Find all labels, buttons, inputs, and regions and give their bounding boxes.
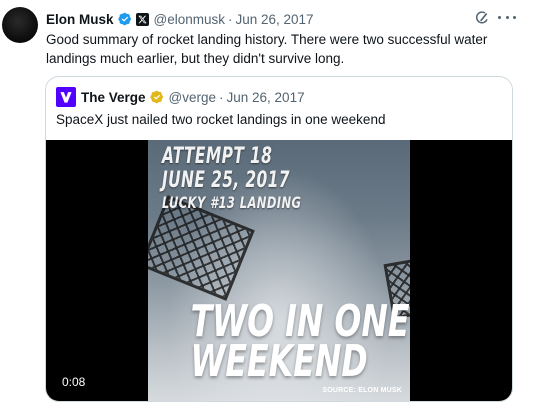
avatar[interactable] bbox=[2, 7, 38, 43]
tweet-date[interactable]: Jun 26, 2017 bbox=[236, 12, 314, 27]
verified-org-icon bbox=[149, 90, 163, 104]
more-icon[interactable] bbox=[498, 9, 516, 25]
more-dot bbox=[513, 15, 516, 19]
verge-logo-icon[interactable] bbox=[56, 87, 76, 107]
author-name[interactable]: Elon Musk bbox=[46, 12, 114, 27]
video-timestamp: 0:08 bbox=[56, 373, 92, 391]
author-handle[interactable]: @elonmusk bbox=[154, 12, 225, 27]
separator-dot: · bbox=[219, 89, 224, 105]
source-credit: SOURCE: ELON MUSK bbox=[322, 387, 402, 394]
verified-icon bbox=[117, 12, 131, 26]
more-dot bbox=[498, 15, 501, 19]
grok-icon[interactable] bbox=[474, 10, 490, 26]
quote-header: The Verge @verge · Jun 26, 2017 bbox=[56, 87, 305, 107]
video-player[interactable]: ATTEMPT 18 JUNE 25, 2017 LUCKY #13 LANDI… bbox=[46, 140, 512, 401]
video-frame: ATTEMPT 18 JUNE 25, 2017 LUCKY #13 LANDI… bbox=[148, 140, 410, 401]
quote-author-name[interactable]: The Verge bbox=[81, 90, 146, 105]
tweet-header: Elon Musk @elonmusk · Jun 26, 2017 bbox=[46, 10, 314, 28]
video-caption: ATTEMPT 18 JUNE 25, 2017 LUCKY #13 LANDI… bbox=[162, 145, 336, 213]
quoted-tweet[interactable]: The Verge @verge · Jun 26, 2017 SpaceX j… bbox=[45, 76, 513, 402]
caption-date: JUNE 25, 2017 bbox=[162, 168, 290, 193]
more-dot bbox=[505, 15, 509, 19]
quote-text: SpaceX just nailed two rocket landings i… bbox=[56, 112, 386, 127]
x-affiliate-icon bbox=[135, 12, 149, 26]
tweet-text: Good summary of rocket landing history. … bbox=[46, 32, 488, 66]
separator-dot: · bbox=[228, 11, 233, 27]
caption-landing: LUCKY #13 LANDING bbox=[162, 193, 302, 212]
quote-date[interactable]: Jun 26, 2017 bbox=[227, 90, 305, 105]
caption-attempt: ATTEMPT 18 bbox=[162, 144, 273, 169]
headline-line-2: WEEKEND bbox=[190, 336, 368, 387]
quote-author-handle[interactable]: @verge bbox=[169, 90, 216, 105]
